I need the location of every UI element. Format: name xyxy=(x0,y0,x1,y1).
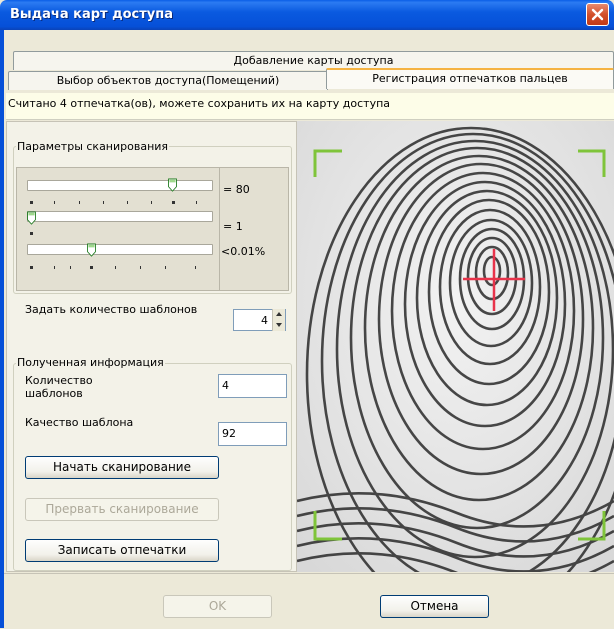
slider-far-track[interactable] xyxy=(27,244,213,255)
quality-field[interactable]: 92 xyxy=(218,422,287,446)
stop-scan-button[interactable]: Прервать сканирование xyxy=(25,498,219,521)
slider-divider xyxy=(219,168,220,290)
count-field[interactable]: 4 xyxy=(218,374,287,398)
quality-label: Качество шаблона xyxy=(25,416,134,429)
ok-button[interactable]: OK xyxy=(163,595,272,618)
write-prints-button[interactable]: Записать отпечатки xyxy=(25,539,219,562)
ok-label: OK xyxy=(208,599,227,613)
tab-select-access-objects[interactable]: Выбор объектов доступа(Помещений) xyxy=(8,71,328,90)
bottom-bar xyxy=(4,573,614,629)
tab-label: Регистрация отпечатков пальцев xyxy=(372,72,568,85)
received-info-title: Полученная информация xyxy=(16,356,165,369)
fingerprint-icon xyxy=(297,121,614,572)
cancel-button[interactable]: Отмена xyxy=(380,595,489,618)
spin-down-icon[interactable] xyxy=(273,320,285,330)
info-message: Считано 4 отпечатка(ов), можете сохранит… xyxy=(8,97,391,110)
start-scan-label: Начать сканирование xyxy=(53,460,191,474)
count-value: 4 xyxy=(222,379,229,392)
slider-far-thumb[interactable] xyxy=(86,243,97,257)
window-frame-left xyxy=(0,30,4,628)
close-button[interactable] xyxy=(586,3,609,26)
tab-label: Добавление карты доступа xyxy=(233,54,394,67)
slider-threshold-value: = 80 xyxy=(223,183,250,196)
count-label: Количество шаблонов xyxy=(25,374,93,400)
tab-fingerprint-registration[interactable]: Регистрация отпечатков пальцев xyxy=(326,68,614,89)
window-title: Выдача карт доступа xyxy=(10,7,174,22)
dialog-window: Выдача карт доступа Добавление карты дос… xyxy=(0,0,614,629)
slider-far-value: <0.01% xyxy=(221,245,266,258)
tab-label: Выбор объектов доступа(Помещений) xyxy=(56,74,280,87)
slider-threshold-thumb[interactable] xyxy=(167,178,178,192)
start-scan-button[interactable]: Начать сканирование xyxy=(25,456,219,479)
stop-scan-label: Прервать сканирование xyxy=(45,502,199,516)
quality-value: 92 xyxy=(222,427,236,440)
slider-min-value: = 1 xyxy=(223,220,243,233)
slider-threshold-track[interactable] xyxy=(27,180,213,191)
write-prints-label: Записать отпечатки xyxy=(57,543,187,557)
template-count-label: Задать количество шаблонов xyxy=(25,303,198,316)
info-bar: Считано 4 отпечатка(ов), можете сохранит… xyxy=(6,93,614,120)
fingerprint-image xyxy=(297,121,614,572)
template-count-value: 4 xyxy=(261,314,268,327)
slider-min-track[interactable] xyxy=(27,211,213,222)
slider-min-thumb[interactable] xyxy=(26,211,37,225)
title-bar[interactable]: Выдача карт доступа xyxy=(0,0,614,30)
template-count-spinner[interactable] xyxy=(272,309,285,331)
cancel-label: Отмена xyxy=(410,599,459,613)
spin-up-icon[interactable] xyxy=(273,309,285,319)
close-icon xyxy=(591,8,604,21)
scan-params-title: Параметры сканирования xyxy=(16,140,170,153)
